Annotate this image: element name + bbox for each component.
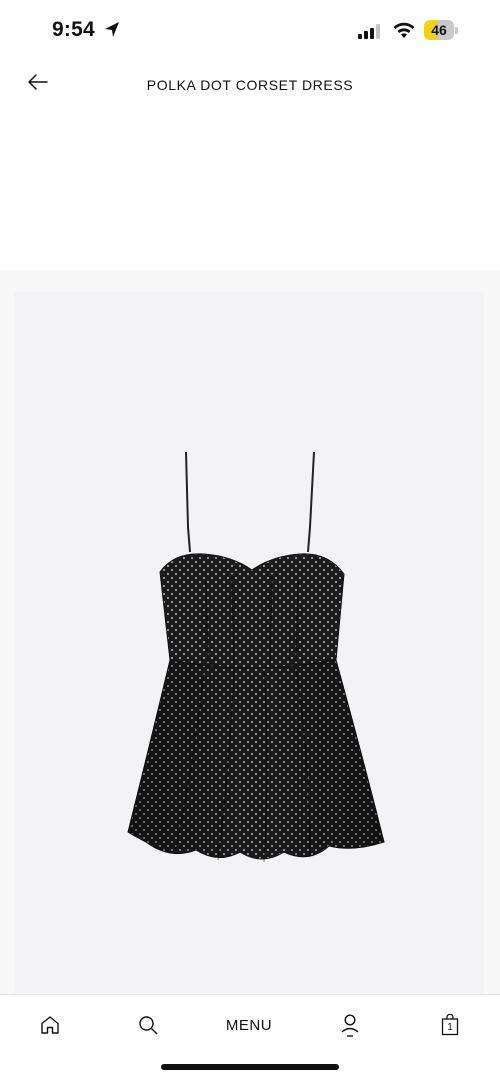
- home-icon: [41, 1016, 59, 1034]
- bag-count: 1: [447, 1021, 453, 1033]
- nav-search-button[interactable]: [128, 1003, 168, 1047]
- account-icon: [341, 1014, 359, 1037]
- header: POLKA DOT CORSET DRESS: [0, 60, 500, 110]
- shopping-bag: 1: [441, 1014, 459, 1036]
- battery-body: 46: [424, 20, 454, 40]
- product-image-frame[interactable]: [0, 270, 500, 996]
- nav-menu-button[interactable]: MENU: [214, 1003, 284, 1047]
- location-arrow-icon: [105, 22, 119, 37]
- page-title: POLKA DOT CORSET DRESS: [146, 77, 354, 93]
- product-image[interactable]: [14, 292, 484, 996]
- nav-account-button[interactable]: [330, 1003, 370, 1047]
- search-icon: [139, 1016, 158, 1035]
- status-time: 9:54: [52, 18, 95, 41]
- dress-image: [127, 451, 385, 863]
- battery-icon: 46: [424, 20, 458, 40]
- menu-label: MENU: [225, 1016, 273, 1034]
- battery-cap: [455, 27, 458, 34]
- home-indicator: [161, 1064, 339, 1070]
- nav-bag-button[interactable]: 1: [430, 1003, 470, 1047]
- cellular-signal-icon: [358, 24, 380, 39]
- nav-home-button[interactable]: [30, 1003, 70, 1047]
- status-bar: 9:54 46: [0, 0, 500, 60]
- wifi-icon: [393, 22, 415, 38]
- battery-level: 46: [431, 22, 447, 38]
